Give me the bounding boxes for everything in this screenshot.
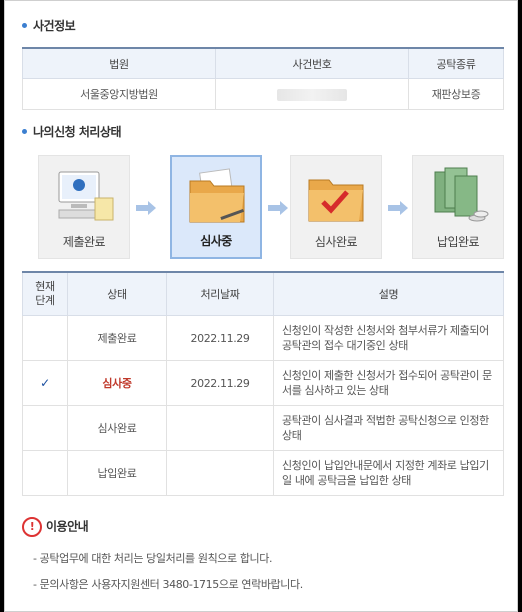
status-table: 현재 단계 상태 처리날짜 설명 제출완료 2022.11.29 신청인이 작성한… (22, 271, 504, 496)
table-row: 심사완료 공탁관이 심사결과 적법한 공탁신청으로 인정한 상태 (22, 405, 504, 451)
date-cell: 2022.11.29 (166, 315, 274, 361)
current-marker (22, 450, 68, 496)
state-header: 상태 (67, 271, 167, 316)
current-marker (22, 315, 68, 361)
state-cell: 심사완료 (67, 405, 167, 451)
arrow-right-icon (388, 201, 408, 215)
state-cell: 납입완료 (67, 450, 167, 496)
folder-check-icon (308, 179, 364, 222)
table-row: ✓ 심사중 2022.11.29 신청인이 제출한 신청서가 접수되어 공탁관이… (22, 360, 504, 406)
date-cell: 2022.11.29 (166, 360, 274, 406)
application-status-panel: 사건정보 법원 사건번호 공탁종류 서울중앙지방법원 재판상보증 나의신청 처리… (4, 0, 518, 612)
status-title: 나의신청 처리상태 (22, 123, 122, 140)
step-submitted: 제출완료 (38, 155, 130, 259)
case-number-header: 사건번호 (215, 47, 409, 79)
current-step-header: 현재 단계 (22, 271, 68, 316)
court-value: 서울중앙지방법원 (22, 78, 216, 110)
table-row: 제출완료 2022.11.29 신청인이 작성한 신청서와 첨부서류가 제출되어… (22, 315, 504, 361)
description-cell: 공탁관이 심사결과 적법한 공탁신청으로 인정한 상태 (273, 405, 504, 451)
description-cell: 신청인이 납입안내문에서 지정한 계좌로 납입기일 내에 공탁금을 납입한 상태 (273, 450, 504, 496)
description-cell: 신청인이 작성한 신청서와 첨부서류가 제출되어 공탁관의 접수 대기중인 상태 (273, 315, 504, 361)
guide-notes: - 공탁업무에 대한 처리는 당일처리를 원칙으로 합니다. - 문의사항은 사… (33, 550, 303, 602)
date-cell (166, 405, 274, 451)
bullet-icon (22, 23, 27, 28)
list-item: - 공탁업무에 대한 처리는 당일처리를 원칙으로 합니다. (33, 552, 273, 565)
description-cell: 신청인이 제출한 신청서가 접수되어 공탁관이 문서를 심사하고 있는 상태 (273, 360, 504, 406)
case-info-table: 법원 사건번호 공탁종류 서울중앙지방법원 재판상보증 (22, 47, 504, 110)
step-label: 제출완료 (62, 235, 106, 249)
arrow-right-icon (136, 201, 156, 215)
state-cell: 제출완료 (67, 315, 167, 361)
redacted-case-number (277, 88, 347, 101)
list-item: - 문의사항은 사용자지원센터 3480-1715으로 연락바랍니다. (33, 578, 303, 591)
deposit-type-value: 재판상보증 (408, 78, 504, 110)
date-header: 처리날짜 (166, 271, 274, 316)
description-header: 설명 (273, 271, 504, 316)
state-cell: 심사중 (67, 360, 167, 406)
arrow-right-icon (268, 201, 288, 215)
step-review-complete: 심사완료 (290, 155, 382, 259)
step-label: 납입완료 (436, 235, 480, 249)
computer-document-icon (58, 171, 114, 221)
money-stack-icon (434, 167, 489, 222)
case-number-value (215, 78, 409, 110)
open-folder-icon (189, 168, 245, 223)
court-header: 법원 (22, 47, 216, 79)
current-marker: ✓ (22, 360, 68, 406)
table-row: 서울중앙지방법원 재판상보증 (22, 78, 504, 110)
step-label: 심사중 (200, 234, 232, 248)
case-info-title: 사건정보 (22, 17, 76, 34)
date-cell (166, 450, 274, 496)
step-paid: 납입완료 (412, 155, 504, 259)
table-row: 납입완료 신청인이 납입안내문에서 지정한 계좌로 납입기일 내에 공탁금을 납… (22, 450, 504, 496)
step-label: 심사완료 (314, 235, 358, 249)
guide-title: ! 이용안내 (22, 517, 89, 537)
progress-steps: 제출완료 심사중 심사완료 납입완료 (22, 155, 504, 259)
bullet-icon (22, 129, 27, 134)
deposit-type-header: 공탁종류 (408, 47, 504, 79)
step-reviewing: 심사중 (170, 155, 262, 259)
current-marker (22, 405, 68, 451)
exclamation-icon: ! (22, 517, 42, 537)
